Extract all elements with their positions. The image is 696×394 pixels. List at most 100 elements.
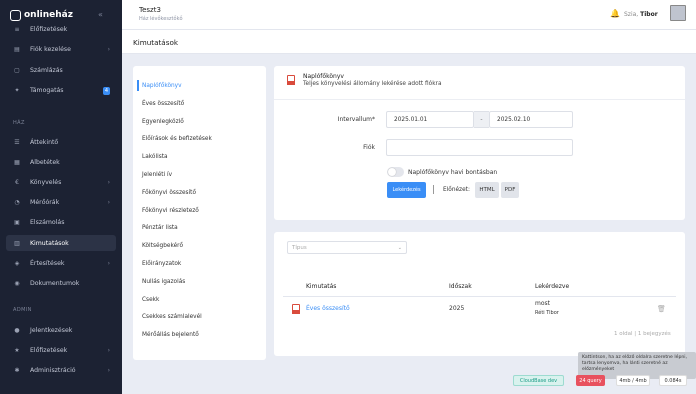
type-filter-placeholder: Típus: [292, 244, 307, 251]
sidebar-item-folder[interactable]: ▤ Fiók kezelése ›: [6, 42, 116, 58]
sidebar-section-heading: HÁZ: [13, 120, 25, 126]
notification-bell-icon[interactable]: 🔔: [610, 9, 620, 18]
report-item[interactable]: Egyenlegközlő: [142, 119, 184, 125]
folder-icon: ▤: [14, 46, 20, 53]
top-bar: Teszt3 Ház lévőkesztőkő 🔔 Szia, Tibor: [122, 0, 696, 30]
type-filter-select[interactable]: Típus ⌄: [287, 241, 407, 254]
report-item[interactable]: Jelenléti ív: [142, 172, 172, 178]
report-title: Naplófőkönyv: [303, 73, 344, 80]
bar-chart-icon: ▥: [14, 239, 20, 247]
sidebar-item-label: Kimutatások: [30, 239, 69, 247]
sidebar-item-label: Jelentkezések: [30, 326, 73, 334]
sidebar-item-grid[interactable]: ▦ Albetétek: [6, 154, 116, 170]
report-subtitle: Teljes könyvelési állomány lekérése adot…: [303, 81, 442, 87]
sidebar-item-list[interactable]: ☰ Áttekintő: [6, 134, 116, 150]
sidebar-item-gear[interactable]: ✱ Adminisztráció ›: [6, 362, 116, 378]
query-button[interactable]: Lekérdezés: [387, 182, 426, 198]
sidebar-item-star[interactable]: ★ Előfizetések ›: [6, 342, 116, 358]
query-count-badge[interactable]: 24 query: [576, 375, 605, 386]
delete-icon[interactable]: 🗑: [657, 305, 666, 313]
star-icon: ★: [14, 346, 20, 354]
sidebar: onlineház « ≡ Előfizetések ▤ Fiók kezelése ›…: [0, 0, 122, 394]
account-input[interactable]: [386, 139, 573, 156]
greeting-text: Szia,: [624, 11, 639, 18]
sidebar-item-gauge[interactable]: ◔ Mérőórák ›: [6, 195, 116, 211]
table-header-divider: [283, 296, 676, 297]
sidebar-item-bell[interactable]: ◈ Értesítések ›: [6, 255, 116, 271]
brand-logo[interactable]: onlineház: [10, 8, 73, 22]
report-item[interactable]: Költségbekérő: [142, 243, 183, 249]
monthly-breakdown-label: Naplófőkönyv havi bontásban: [408, 169, 498, 176]
memory-badge[interactable]: 4mb / 4mb: [616, 375, 650, 386]
gear-icon: ✱: [14, 366, 20, 374]
sidebar-item-globe[interactable]: ◉ Dokumentumok: [6, 275, 116, 291]
house-icon: [10, 9, 21, 21]
sidebar-item-bar-chart[interactable]: ▥ Kimutatások: [6, 235, 116, 251]
report-item[interactable]: Nullás igazolás: [142, 279, 185, 285]
report-item[interactable]: Főkönyvi részletező: [142, 208, 199, 214]
monthly-breakdown-toggle[interactable]: [387, 167, 404, 177]
chevron-right-icon: ›: [107, 366, 110, 374]
env-badge[interactable]: CloudBase dev: [513, 375, 564, 386]
interval-label: Intervallum*: [337, 116, 375, 123]
bell-icon: ◈: [14, 259, 20, 267]
report-item[interactable]: Lakólista: [142, 154, 168, 160]
report-item[interactable]: Előirányzatok: [142, 261, 181, 267]
sidebar-item-lightbulb[interactable]: ✦ Támogatás 4: [6, 83, 116, 99]
report-form-header: Naplófőkönyv Teljes könyvelési állomány …: [274, 66, 685, 100]
sidebar-item-label: Előfizetések: [30, 25, 68, 33]
time-badge[interactable]: 0.084s: [659, 375, 687, 386]
avatar[interactable]: [670, 5, 686, 21]
sidebar-item-label: Számlázás: [30, 66, 63, 74]
sidebar-item-label: Mérőórák: [30, 199, 60, 207]
grid-icon: ▦: [14, 158, 20, 166]
gauge-icon: ◔: [14, 199, 20, 207]
report-item[interactable]: Naplófőkönyv: [137, 80, 182, 91]
layers-icon: ≡: [14, 25, 20, 33]
report-list: Naplófőkönyv Éves összesítő Egyenlegközlő E…: [133, 66, 266, 360]
chevron-right-icon: ›: [107, 199, 110, 207]
sidebar-item-label: Áttekintő: [30, 138, 59, 146]
chevron-down-icon: ⌄: [397, 244, 402, 251]
sidebar-item-receipt[interactable]: ▢ Számlázás: [6, 62, 116, 78]
sidebar-item-user[interactable]: ● Jelentkezések: [6, 322, 116, 338]
report-item[interactable]: Előírások és befizetések: [142, 136, 212, 142]
sidebar-section-heading: ADMIN: [13, 307, 32, 313]
brand-name: onlineház: [24, 10, 73, 20]
result-report-link[interactable]: Éves összesítő: [306, 305, 350, 312]
page-title: Kimutatások: [133, 38, 179, 47]
sidebar-item-label: Előfizetések: [30, 346, 68, 354]
euro-icon: €: [15, 178, 19, 186]
sidebar-item-euro[interactable]: € Könyvelés ›: [6, 174, 116, 190]
sidebar-item-layers[interactable]: ≡ Előfizetések: [6, 21, 116, 37]
column-header-period: Időszak: [449, 283, 472, 290]
pdf-file-icon: [287, 75, 295, 85]
report-item[interactable]: Csekk: [142, 297, 159, 303]
preview-label: Előnézet:: [443, 187, 470, 193]
company-subtitle: Ház lévőkesztőkő: [139, 16, 183, 22]
pdf-file-icon: [292, 304, 300, 314]
user-icon: ●: [14, 326, 20, 334]
pdf-preview-button[interactable]: PDF: [501, 182, 519, 198]
chevron-right-icon: ›: [107, 178, 110, 186]
sidebar-item-label: Könyvelés: [30, 178, 62, 186]
report-item[interactable]: Csekkes számlalevél: [142, 314, 202, 320]
chevron-right-icon: ›: [107, 46, 110, 53]
sidebar-item-label: Elszámolás: [30, 219, 65, 227]
list-icon: ☰: [14, 138, 20, 146]
report-item[interactable]: Éves összesítő: [142, 101, 184, 107]
user-greeting[interactable]: Szia, Tibor: [624, 11, 658, 18]
date-from-input[interactable]: 2025.01.01: [386, 111, 474, 128]
receipt-icon: ▢: [14, 66, 20, 74]
report-item[interactable]: Főkönyvi összesítő: [142, 190, 196, 196]
globe-icon: ◉: [14, 279, 20, 287]
chevron-right-icon: ›: [107, 346, 110, 354]
report-item[interactable]: Pénztár lista: [142, 225, 178, 231]
company-name[interactable]: Teszt3: [139, 6, 161, 14]
date-to-input[interactable]: 2025.02.10: [489, 111, 573, 128]
report-item[interactable]: Mérőállás bejelentő: [142, 332, 199, 338]
date-range-separator: -: [474, 111, 489, 128]
sidebar-item-calculator[interactable]: ▣ Elszámolás: [6, 215, 116, 231]
html-preview-button[interactable]: HTML: [475, 182, 499, 198]
collapse-sidebar-icon[interactable]: «: [98, 10, 103, 19]
